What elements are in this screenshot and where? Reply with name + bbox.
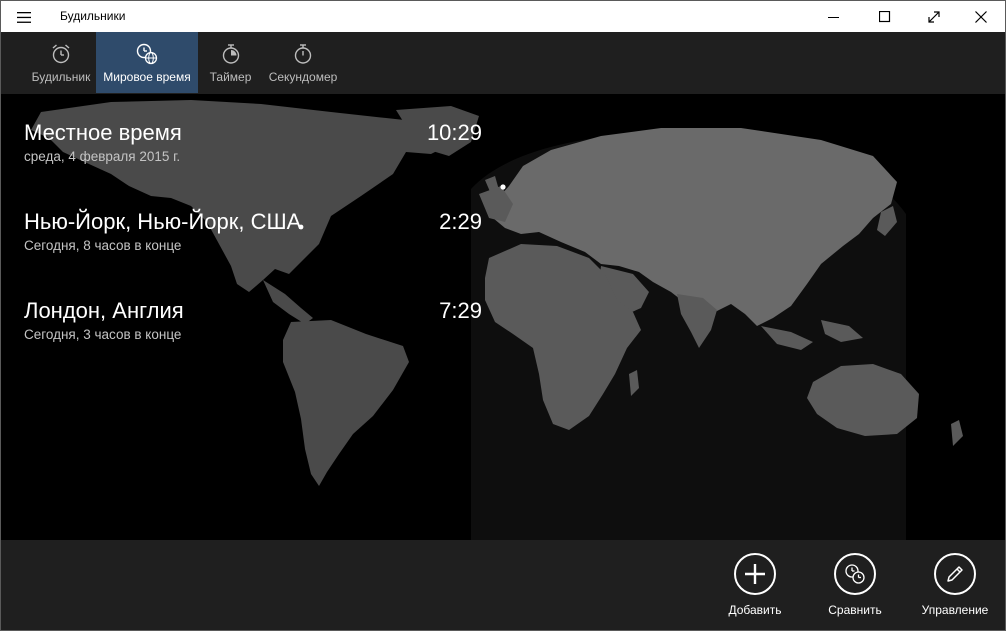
clock-item-london[interactable]: Лондон, Англия Сегодня, 3 часов в конце [24,298,184,342]
expand-diagonal-icon [928,10,940,23]
tab-timer[interactable]: Таймер [203,32,258,93]
clock-city: Местное время [24,120,182,145]
world-clock-icon [136,43,158,65]
close-button[interactable] [958,1,1004,32]
nav-bar: Будильник Мировое время Таймер Секундоме… [1,32,1005,94]
add-button[interactable]: Добавить [710,553,800,617]
compare-label: Сравнить [828,603,882,617]
tab-stopwatch-label: Секундомер [268,70,338,84]
london-marker [500,184,506,190]
clock-time-london: 7:29 [439,298,482,323]
clock-time-local: 10:29 [426,120,482,145]
south-america-landmass [283,320,409,486]
pencil-icon [947,566,963,582]
stopwatch-icon [294,44,312,64]
clock-item-local[interactable]: Местное время среда, 4 февраля 2015 г. [24,120,182,164]
minimize-button[interactable] [811,1,857,32]
manage-button[interactable]: Управление [910,553,1000,617]
maximize-icon [879,10,891,22]
clock-city: Лондон, Англия [24,298,184,323]
alarm-clock-icon [52,44,70,64]
clock-subtitle: Сегодня, 8 часов в конце [24,238,182,253]
add-label: Добавить [728,603,782,617]
world-map-area: Местное время среда, 4 февраля 2015 г. 1… [1,94,1005,540]
command-bar: Добавить Сравнить Управление [1,540,1005,630]
timer-icon [222,44,239,64]
fullscreen-button[interactable] [911,1,957,32]
manage-label: Управление [921,603,989,617]
maximize-button[interactable] [862,1,908,32]
close-icon [975,10,987,23]
compare-button[interactable]: Сравнить [810,553,900,617]
app-window: Будильники Будильник Мировое время Тайме… [0,0,1006,631]
tab-stopwatch[interactable]: Секундомер [263,32,343,93]
clock-subtitle: Сегодня, 3 часов в конце [24,327,182,342]
title-bar: Будильники [1,1,1005,32]
clock-item-new-york[interactable]: Нью-Йорк, Нью-Йорк, США Сегодня, 8 часов… [24,209,301,253]
hamburger-menu-button[interactable] [11,7,37,27]
tab-alarm-label: Будильник [31,70,91,84]
minimize-icon [828,16,839,18]
window-title: Будильники [60,9,126,23]
compare-clocks-icon [845,564,865,584]
tab-world-clock[interactable]: Мировое время [96,32,198,93]
clock-subtitle: среда, 4 февраля 2015 г. [24,149,181,164]
tab-alarm[interactable]: Будильник [26,32,96,93]
clock-city: Нью-Йорк, Нью-Йорк, США [24,209,302,234]
tab-world-clock-label: Мировое время [103,70,191,84]
tab-timer-label: Таймер [209,70,252,84]
plus-icon [745,564,765,584]
hamburger-icon [17,11,31,23]
clock-time-new-york: 2:29 [439,209,482,234]
